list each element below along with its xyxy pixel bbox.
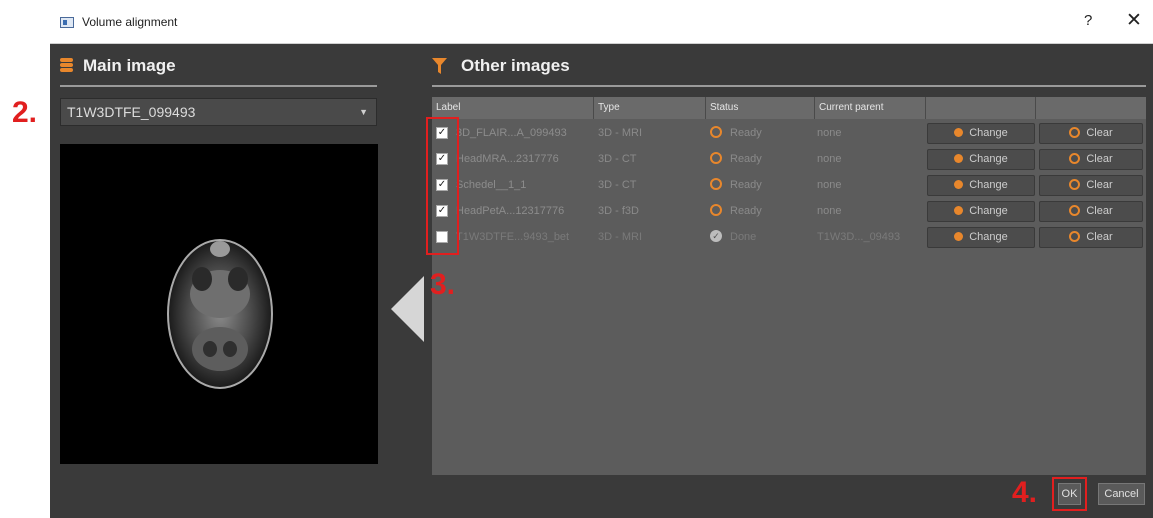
row-label: T1W3DTFE...9493_bet — [456, 231, 570, 243]
clear-icon — [1069, 204, 1081, 216]
row-parent: none — [817, 205, 842, 217]
change-icon — [954, 153, 964, 163]
table-row: ✓ Schedel__1_1 3D - CT Ready none Change… — [432, 173, 1146, 198]
window-title: Volume alignment — [82, 15, 178, 29]
other-images-title: Other images — [461, 56, 570, 75]
row-type: 3D - CT — [598, 179, 637, 191]
row-label: Schedel__1_1 — [456, 179, 527, 191]
change-icon — [954, 231, 964, 241]
clear-icon — [1069, 178, 1081, 190]
volume-alignment-window: Volume alignment ? ✕ Main image T1W3DTFE… — [50, 0, 1153, 518]
ready-status-icon — [710, 152, 722, 165]
clear-button[interactable]: Clear — [1039, 149, 1143, 170]
row-status: Ready — [710, 147, 820, 172]
change-button-label: Change — [969, 153, 1008, 165]
change-button-label: Change — [969, 127, 1008, 139]
database-icon — [60, 58, 73, 74]
table-row: ✓ 3D_FLAIR...A_099493 3D - MRI Ready non… — [432, 121, 1146, 146]
table-row: ✓ HeadPetA...12317776 3D - f3D Ready non… — [432, 199, 1146, 224]
row-type: 3D - CT — [598, 153, 637, 165]
title-bar: Volume alignment ? ✕ — [50, 0, 1153, 44]
clear-button[interactable]: Clear — [1039, 175, 1143, 196]
change-button[interactable]: Change — [927, 175, 1035, 196]
row-type: 3D - MRI — [598, 127, 642, 139]
row-parent: none — [817, 153, 842, 165]
clear-button-label: Clear — [1086, 153, 1113, 165]
main-image-select[interactable]: T1W3DTFE_099493 ▼ — [60, 98, 377, 126]
step4-highlight-box — [1052, 477, 1087, 511]
row-parent: T1W3D..._09493 — [817, 231, 901, 243]
row-status: Ready — [710, 121, 820, 146]
change-button-label: Change — [969, 205, 1008, 217]
row-status-text: Done — [730, 231, 757, 243]
clear-button[interactable]: Clear — [1039, 227, 1143, 248]
clear-button-label: Clear — [1086, 127, 1113, 139]
change-button[interactable]: Change — [927, 201, 1035, 222]
main-image-divider — [60, 85, 377, 87]
ready-status-icon — [710, 204, 722, 217]
clear-button-label: Clear — [1086, 179, 1113, 191]
change-button[interactable]: Change — [927, 149, 1035, 170]
change-icon — [954, 179, 964, 189]
column-header-status[interactable]: Status — [706, 97, 815, 119]
funnel-icon — [432, 58, 447, 74]
row-label: HeadPetA...12317776 — [456, 205, 565, 217]
row-status: Ready — [710, 199, 820, 224]
change-button[interactable]: Change — [927, 123, 1035, 144]
main-image-title: Main image — [83, 56, 176, 75]
clear-icon — [1069, 230, 1081, 242]
row-label: HeadMRA...2317776 — [456, 153, 559, 165]
image-viewer[interactable] — [60, 144, 378, 464]
help-button[interactable]: ? — [1084, 12, 1092, 29]
clear-button[interactable]: Clear — [1039, 123, 1143, 144]
column-header-current-parent[interactable]: Current parent — [815, 97, 926, 119]
table-row: T1W3DTFE...9493_bet 3D - MRI ✓ Done T1W3D… — [432, 225, 1146, 250]
row-status: Ready — [710, 173, 820, 198]
row-parent: none — [817, 179, 842, 191]
clear-icon — [1069, 126, 1081, 138]
change-button[interactable]: Change — [927, 227, 1035, 248]
change-icon — [954, 127, 964, 137]
clear-icon — [1069, 152, 1081, 164]
column-header-type[interactable]: Type — [594, 97, 706, 119]
column-header-label[interactable]: Label — [432, 97, 594, 119]
row-status-text: Ready — [730, 179, 762, 191]
row-status-text: Ready — [730, 153, 762, 165]
row-status: ✓ Done — [710, 225, 820, 250]
table-header: Label Type Status Current parent — [432, 97, 1146, 119]
close-button[interactable]: ✕ — [1126, 9, 1142, 32]
ready-status-icon — [710, 126, 722, 139]
collapse-panel-arrow-icon[interactable] — [391, 276, 424, 342]
table-row: ✓ HeadMRA...2317776 3D - CT Ready none C… — [432, 147, 1146, 172]
row-status-text: Ready — [730, 205, 762, 217]
step3-highlight-box — [426, 117, 459, 255]
cancel-button[interactable]: Cancel — [1098, 483, 1145, 505]
column-header-clear — [1036, 97, 1146, 119]
row-type: 3D - MRI — [598, 231, 642, 243]
clear-button-label: Clear — [1086, 231, 1113, 243]
column-header-change — [926, 97, 1036, 119]
row-label: 3D_FLAIR...A_099493 — [456, 127, 567, 139]
step4-annotation: 4. — [1012, 476, 1038, 509]
chevron-down-icon: ▼ — [359, 107, 368, 117]
row-type: 3D - f3D — [598, 205, 639, 217]
ready-status-icon — [710, 178, 722, 191]
row-parent: none — [817, 127, 842, 139]
step2-annotation: 2. — [12, 96, 38, 129]
other-images-divider — [432, 85, 1146, 87]
change-button-label: Change — [969, 179, 1008, 191]
other-images-table: Label Type Status Current parent ✓ 3D_FL… — [432, 97, 1146, 475]
window-app-icon — [60, 17, 74, 28]
step3-annotation: 3. — [430, 268, 456, 301]
main-image-select-value: T1W3DTFE_099493 — [67, 104, 196, 120]
clear-button[interactable]: Clear — [1039, 201, 1143, 222]
brain-scan-image — [167, 239, 273, 389]
change-icon — [954, 205, 964, 215]
row-status-text: Ready — [730, 127, 762, 139]
change-button-label: Change — [969, 231, 1008, 243]
clear-button-label: Clear — [1086, 205, 1113, 217]
done-check-icon: ✓ — [710, 230, 722, 243]
